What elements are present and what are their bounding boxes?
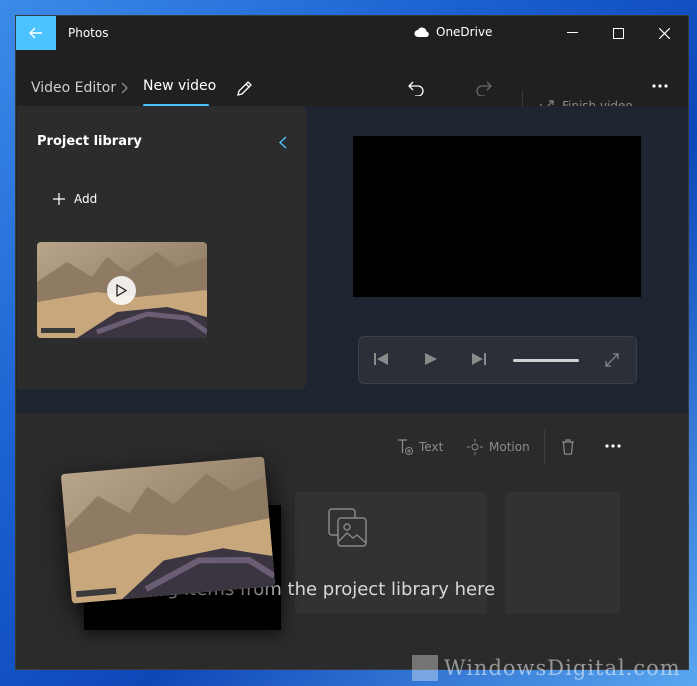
back-button[interactable] (16, 16, 56, 50)
delete-button[interactable] (561, 439, 575, 455)
text-icon (398, 439, 413, 455)
chevron-left-icon (278, 136, 287, 149)
minimize-icon (566, 32, 578, 33)
maximize-button[interactable] (595, 16, 641, 50)
motion-label: Motion (489, 440, 530, 454)
trash-icon (562, 439, 574, 455)
more-options-button[interactable] (652, 84, 668, 88)
video-preview (353, 136, 641, 297)
playback-controls (358, 336, 637, 384)
add-text-button[interactable]: Text (397, 439, 443, 455)
photos-window: Photos OneDrive Video Editor New video P… (15, 15, 689, 670)
expand-icon (605, 353, 619, 367)
undo-button[interactable] (408, 80, 425, 96)
timeline-more-button[interactable] (605, 444, 621, 448)
storyboard-timeline: Text Motion g items from the project lib… (16, 413, 688, 669)
pencil-icon (237, 81, 252, 96)
add-label: Add (74, 192, 98, 206)
seek-bar[interactable] (513, 359, 579, 362)
play-icon (425, 353, 437, 365)
site-watermark: WindowsDigital.com (412, 655, 681, 681)
library-video-thumbnail[interactable] (37, 242, 207, 338)
app-title: Photos (68, 26, 109, 40)
play-thumbnail-button[interactable] (107, 276, 136, 305)
image-gallery-icon (328, 508, 367, 547)
project-library-panel: Project library Add (17, 106, 306, 389)
cloud-icon (414, 27, 429, 37)
watermark-text: WindowsDigital.com (444, 656, 681, 680)
storyboard-empty-slot[interactable] (505, 492, 620, 614)
editor-toolbar: Video Editor New video Finish video (16, 50, 688, 122)
play-icon (116, 284, 127, 297)
collapse-library-button[interactable] (278, 134, 287, 153)
chevron-right-icon (121, 82, 128, 94)
close-button[interactable] (641, 16, 687, 50)
add-media-button[interactable]: Add (53, 192, 97, 206)
titlebar: Photos OneDrive (16, 16, 688, 50)
close-icon (658, 27, 670, 39)
maximize-icon (612, 27, 624, 39)
fullscreen-button[interactable] (605, 352, 619, 371)
more-dots-icon (652, 84, 668, 88)
undo-icon (408, 81, 424, 96)
project-library-title: Project library (37, 134, 142, 149)
redo-icon (476, 81, 492, 96)
windows-logo-icon (412, 655, 438, 681)
motion-button[interactable]: Motion (467, 439, 530, 455)
previous-frame-button[interactable] (373, 351, 389, 370)
motion-icon (467, 439, 483, 455)
back-arrow-icon (29, 27, 42, 39)
timeline-separator (544, 430, 545, 464)
breadcrumb-video-editor[interactable]: Video Editor (31, 80, 116, 96)
redo-button[interactable] (475, 80, 492, 96)
skip-forward-icon (472, 353, 486, 365)
play-button[interactable] (424, 351, 438, 370)
video-frame-image (60, 456, 276, 604)
next-frame-button[interactable] (471, 351, 487, 370)
skip-back-icon (374, 353, 388, 365)
project-name[interactable]: New video (143, 78, 216, 94)
more-dots-icon (605, 444, 621, 448)
minimize-button[interactable] (549, 16, 595, 50)
onedrive-label: OneDrive (436, 25, 493, 39)
plus-icon (53, 193, 65, 205)
text-label: Text (419, 440, 444, 454)
onedrive-status[interactable]: OneDrive (414, 25, 492, 39)
dragged-clip-preview[interactable] (60, 456, 276, 604)
rename-button[interactable] (235, 80, 253, 98)
